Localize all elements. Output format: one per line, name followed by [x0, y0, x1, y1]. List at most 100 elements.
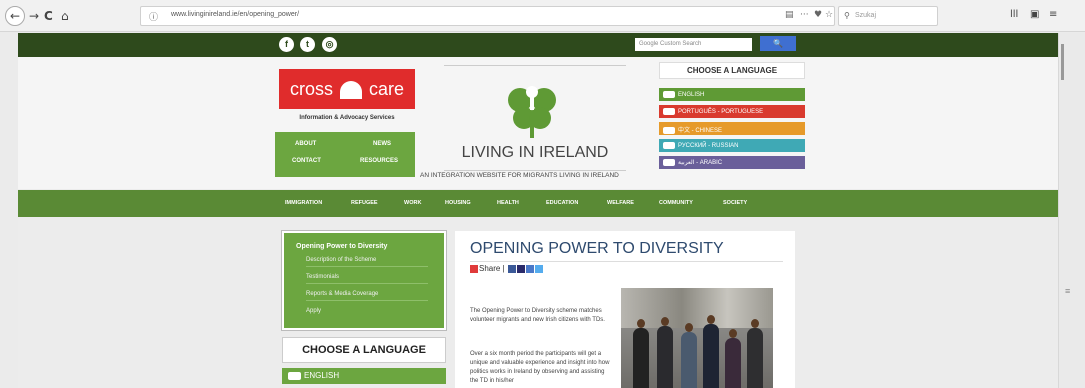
logo-emblem-icon [340, 81, 362, 100]
nav-refugee[interactable]: REFUGEE [351, 200, 378, 206]
language-icon [663, 126, 675, 134]
language-label: العربية - ARABIC [678, 160, 723, 167]
article: OPENING POWER TO DIVERSITY Share | The O… [455, 231, 795, 388]
menu-item-reports[interactable]: Reports & Media Coverage [306, 291, 428, 301]
reload-button[interactable]: C [44, 9, 53, 23]
photo-person [703, 324, 719, 388]
section-menu-heading[interactable]: Opening Power to Diversity [296, 243, 387, 250]
menu-item-apply[interactable]: Apply [306, 308, 428, 317]
forward-button[interactable]: → [29, 9, 39, 23]
twitter-share-icon[interactable] [534, 264, 543, 273]
menu-item-description[interactable]: Description of the Scheme [306, 257, 428, 267]
photo-person [725, 338, 741, 388]
reader-view-icon[interactable]: ▤ [785, 10, 794, 20]
bookmark-star-icon[interactable]: ☆ [825, 10, 833, 20]
language-english[interactable]: ENGLISH [659, 88, 805, 101]
logo-text-cross: cross [289, 79, 333, 99]
crosscare-logo[interactable]: cross care [279, 69, 415, 109]
nav-work[interactable]: WORK [404, 200, 421, 206]
scrollbar-thumb[interactable] [1061, 44, 1064, 80]
browser-toolbar: ← → C ⌂ ⓘ www.livinginireland.ie/en/open… [0, 0, 1085, 32]
section-menu: Opening Power to Diversity Description o… [281, 230, 447, 331]
language-chinese[interactable]: 中文 - CHINESE [659, 122, 805, 135]
nav-welfare[interactable]: WELFARE [607, 200, 634, 206]
resources-link[interactable]: RESOURCES [360, 158, 398, 164]
nav-community[interactable]: COMMUNITY [659, 200, 693, 206]
contact-link[interactable]: CONTACT [292, 158, 321, 164]
photo-person [633, 328, 649, 388]
nav-housing[interactable]: HOUSING [445, 200, 471, 206]
facebook-icon[interactable]: f [279, 37, 294, 52]
language-icon [288, 371, 301, 380]
about-links-box: ABOUT NEWS CONTACT RESOURCES [275, 132, 415, 177]
nav-immigration[interactable]: IMMIGRATION [285, 200, 322, 206]
photo-person-head [729, 329, 737, 338]
group-photo [621, 288, 773, 388]
language-portuguese[interactable]: PORTUGUÊS - PORTUGUESE [659, 105, 805, 118]
main-navigation: IMMIGRATION REFUGEE WORK HOUSING HEALTH … [18, 190, 1058, 217]
menu-item-testimonials[interactable]: Testimonials [306, 274, 428, 284]
language-russian[interactable]: РУССКИЙ - RUSSIAN [659, 139, 805, 152]
facebook-share-icon[interactable] [507, 264, 516, 273]
photo-person-head [637, 319, 645, 328]
instagram-icon[interactable]: ◎ [322, 37, 337, 52]
article-paragraph: Over a six month period the participants… [470, 351, 610, 384]
living-in-ireland-logo[interactable]: LIVING IN IRELAND [444, 65, 626, 171]
language-icon [663, 159, 675, 166]
url-text[interactable]: www.livinginireland.ie/en/opening_power/ [171, 11, 299, 18]
address-bar[interactable]: ⓘ www.livinginireland.ie/en/opening_powe… [140, 6, 835, 26]
sidebar-icon[interactable]: ▣ [1030, 9, 1039, 20]
tagline: AN INTEGRATION WEBSITE FOR MIGRANTS LIVI… [420, 172, 619, 179]
back-button[interactable]: ← [5, 6, 25, 26]
site-search-button[interactable]: 🔍 [760, 36, 796, 51]
photo-person-head [751, 319, 759, 328]
top-bar: f t ◎ Google Custom Search 🔍 [18, 33, 1058, 57]
share-icon [470, 264, 478, 273]
scrollbar-track[interactable] [1058, 33, 1085, 388]
browser-search-input[interactable]: ⚲ Szukaj [838, 6, 938, 26]
language-label: PORTUGUÊS - PORTUGUESE [678, 109, 764, 116]
home-button[interactable]: ⌂ [61, 9, 69, 23]
twitter-icon[interactable]: t [300, 37, 315, 52]
language-selector: CHOOSE A LANGUAGE ENGLISH PORTUGUÊS - PO… [659, 62, 805, 182]
photo-person [681, 332, 697, 388]
logo-subtitle: Information & Advocacy Services [299, 115, 395, 121]
about-link[interactable]: ABOUT [295, 141, 316, 147]
nav-health[interactable]: HEALTH [497, 200, 519, 206]
info-icon[interactable]: ⓘ [149, 10, 158, 23]
resize-grip-icon[interactable]: ≡ [1065, 286, 1070, 296]
language-icon [663, 91, 675, 98]
google-share-icon[interactable] [525, 264, 534, 273]
browser-search-placeholder: Szukaj [855, 12, 877, 19]
language-label: ENGLISH [304, 371, 340, 380]
nav-society[interactable]: SOCIETY [723, 200, 747, 206]
share-bar[interactable]: Share | [470, 264, 543, 273]
site-title: LIVING IN IRELAND [461, 144, 609, 161]
email-share-icon[interactable] [516, 264, 525, 273]
site-header: cross care Information & Advocacy Servic… [18, 57, 1058, 189]
web-page: f t ◎ Google Custom Search 🔍 cross care … [18, 33, 1058, 388]
language-heading: CHOOSE A LANGUAGE [659, 62, 805, 79]
language-label: 中文 - CHINESE [678, 128, 723, 134]
article-paragraph: The Opening Power to Diversity scheme ma… [470, 308, 605, 323]
nav-education[interactable]: EDUCATION [546, 200, 578, 206]
photo-person [657, 326, 673, 388]
library-icon[interactable]: lll [1010, 9, 1018, 20]
more-actions-icon[interactable]: ··· [800, 10, 809, 20]
language-icon [663, 142, 675, 149]
photo-person-head [685, 323, 693, 332]
menu-icon[interactable]: ≡ [1049, 9, 1057, 20]
site-search-input[interactable]: Google Custom Search [635, 38, 752, 51]
language-label: ENGLISH [678, 92, 705, 99]
photo-person-head [707, 315, 715, 324]
language-english-secondary[interactable]: ENGLISH [282, 368, 446, 384]
language-arabic[interactable]: العربية - ARABIC [659, 156, 805, 169]
pocket-icon[interactable]: ♥ [814, 10, 822, 20]
logo-text-care: care [369, 79, 405, 99]
language-icon [663, 108, 675, 115]
photo-person-head [661, 317, 669, 326]
news-link[interactable]: NEWS [373, 141, 391, 147]
shamrock-icon [508, 86, 556, 138]
article-title: OPENING POWER TO DIVERSITY [470, 240, 724, 257]
share-label: Share | [479, 264, 505, 273]
